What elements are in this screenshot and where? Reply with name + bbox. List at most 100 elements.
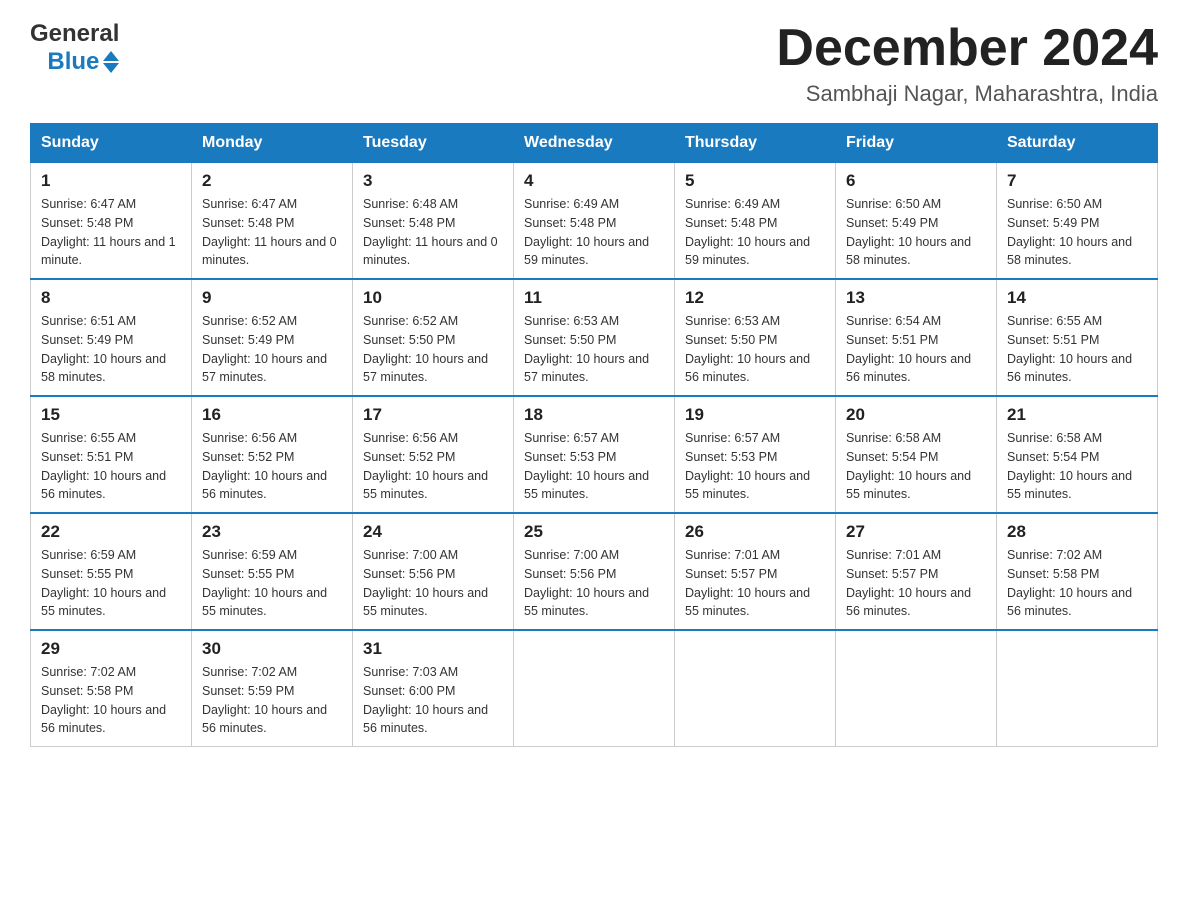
day-number: 22 [41,522,181,542]
day-cell: 7 Sunrise: 6:50 AM Sunset: 5:49 PM Dayli… [997,163,1158,280]
day-info: Sunrise: 6:58 AM Sunset: 5:54 PM Dayligh… [846,429,986,504]
header-day-monday: Monday [192,124,353,163]
day-info: Sunrise: 6:55 AM Sunset: 5:51 PM Dayligh… [41,429,181,504]
day-number: 14 [1007,288,1147,308]
header-day-thursday: Thursday [675,124,836,163]
day-cell: 28 Sunrise: 7:02 AM Sunset: 5:58 PM Dayl… [997,513,1158,630]
day-number: 10 [363,288,503,308]
day-cell: 1 Sunrise: 6:47 AM Sunset: 5:48 PM Dayli… [31,163,192,280]
day-cell: 20 Sunrise: 6:58 AM Sunset: 5:54 PM Dayl… [836,396,997,513]
day-info: Sunrise: 6:51 AM Sunset: 5:49 PM Dayligh… [41,312,181,387]
day-cell [997,630,1158,747]
day-cell: 11 Sunrise: 6:53 AM Sunset: 5:50 PM Dayl… [514,279,675,396]
day-number: 13 [846,288,986,308]
day-cell: 26 Sunrise: 7:01 AM Sunset: 5:57 PM Dayl… [675,513,836,630]
header-day-saturday: Saturday [997,124,1158,163]
day-info: Sunrise: 7:02 AM Sunset: 5:58 PM Dayligh… [41,663,181,738]
day-number: 29 [41,639,181,659]
day-number: 11 [524,288,664,308]
day-cell [836,630,997,747]
day-info: Sunrise: 6:54 AM Sunset: 5:51 PM Dayligh… [846,312,986,387]
day-cell [514,630,675,747]
day-cell: 4 Sunrise: 6:49 AM Sunset: 5:48 PM Dayli… [514,163,675,280]
day-number: 27 [846,522,986,542]
day-info: Sunrise: 6:50 AM Sunset: 5:49 PM Dayligh… [1007,195,1147,270]
logo-blue: Blue [47,48,99,76]
day-cell: 17 Sunrise: 6:56 AM Sunset: 5:52 PM Dayl… [353,396,514,513]
day-cell: 8 Sunrise: 6:51 AM Sunset: 5:49 PM Dayli… [31,279,192,396]
day-number: 16 [202,405,342,425]
location: Sambhaji Nagar, Maharashtra, India [776,81,1158,107]
day-info: Sunrise: 6:57 AM Sunset: 5:53 PM Dayligh… [685,429,825,504]
day-number: 3 [363,171,503,191]
calendar-table: SundayMondayTuesdayWednesdayThursdayFrid… [30,123,1158,747]
day-number: 24 [363,522,503,542]
day-info: Sunrise: 7:01 AM Sunset: 5:57 PM Dayligh… [846,546,986,621]
header-day-sunday: Sunday [31,124,192,163]
day-info: Sunrise: 7:02 AM Sunset: 5:58 PM Dayligh… [1007,546,1147,621]
header-day-friday: Friday [836,124,997,163]
day-info: Sunrise: 6:59 AM Sunset: 5:55 PM Dayligh… [202,546,342,621]
day-cell: 23 Sunrise: 6:59 AM Sunset: 5:55 PM Dayl… [192,513,353,630]
day-info: Sunrise: 7:00 AM Sunset: 5:56 PM Dayligh… [524,546,664,621]
day-info: Sunrise: 6:49 AM Sunset: 5:48 PM Dayligh… [524,195,664,270]
header-row: SundayMondayTuesdayWednesdayThursdayFrid… [31,124,1158,163]
day-info: Sunrise: 6:47 AM Sunset: 5:48 PM Dayligh… [202,195,342,270]
day-number: 26 [685,522,825,542]
logo: General Blue [30,20,119,76]
day-cell: 16 Sunrise: 6:56 AM Sunset: 5:52 PM Dayl… [192,396,353,513]
header-day-wednesday: Wednesday [514,124,675,163]
day-info: Sunrise: 7:00 AM Sunset: 5:56 PM Dayligh… [363,546,503,621]
week-row-3: 15 Sunrise: 6:55 AM Sunset: 5:51 PM Dayl… [31,396,1158,513]
day-number: 15 [41,405,181,425]
week-row-5: 29 Sunrise: 7:02 AM Sunset: 5:58 PM Dayl… [31,630,1158,747]
day-number: 31 [363,639,503,659]
day-cell: 22 Sunrise: 6:59 AM Sunset: 5:55 PM Dayl… [31,513,192,630]
day-number: 19 [685,405,825,425]
day-cell: 2 Sunrise: 6:47 AM Sunset: 5:48 PM Dayli… [192,163,353,280]
day-cell: 25 Sunrise: 7:00 AM Sunset: 5:56 PM Dayl… [514,513,675,630]
day-info: Sunrise: 6:53 AM Sunset: 5:50 PM Dayligh… [685,312,825,387]
day-info: Sunrise: 6:55 AM Sunset: 5:51 PM Dayligh… [1007,312,1147,387]
title-section: December 2024 Sambhaji Nagar, Maharashtr… [776,20,1158,107]
day-number: 21 [1007,405,1147,425]
day-cell: 19 Sunrise: 6:57 AM Sunset: 5:53 PM Dayl… [675,396,836,513]
day-cell: 21 Sunrise: 6:58 AM Sunset: 5:54 PM Dayl… [997,396,1158,513]
day-number: 12 [685,288,825,308]
day-number: 7 [1007,171,1147,191]
day-number: 20 [846,405,986,425]
week-row-4: 22 Sunrise: 6:59 AM Sunset: 5:55 PM Dayl… [31,513,1158,630]
logo-icon [103,51,119,73]
day-cell: 29 Sunrise: 7:02 AM Sunset: 5:58 PM Dayl… [31,630,192,747]
day-cell: 13 Sunrise: 6:54 AM Sunset: 5:51 PM Dayl… [836,279,997,396]
day-info: Sunrise: 6:53 AM Sunset: 5:50 PM Dayligh… [524,312,664,387]
day-cell: 6 Sunrise: 6:50 AM Sunset: 5:49 PM Dayli… [836,163,997,280]
day-number: 5 [685,171,825,191]
day-info: Sunrise: 6:59 AM Sunset: 5:55 PM Dayligh… [41,546,181,621]
day-number: 18 [524,405,664,425]
day-number: 6 [846,171,986,191]
day-cell: 12 Sunrise: 6:53 AM Sunset: 5:50 PM Dayl… [675,279,836,396]
day-cell: 30 Sunrise: 7:02 AM Sunset: 5:59 PM Dayl… [192,630,353,747]
day-info: Sunrise: 6:47 AM Sunset: 5:48 PM Dayligh… [41,195,181,270]
day-cell: 18 Sunrise: 6:57 AM Sunset: 5:53 PM Dayl… [514,396,675,513]
logo-general: General [30,20,119,48]
day-number: 25 [524,522,664,542]
week-row-1: 1 Sunrise: 6:47 AM Sunset: 5:48 PM Dayli… [31,163,1158,280]
day-info: Sunrise: 7:03 AM Sunset: 6:00 PM Dayligh… [363,663,503,738]
day-info: Sunrise: 6:52 AM Sunset: 5:49 PM Dayligh… [202,312,342,387]
day-cell: 27 Sunrise: 7:01 AM Sunset: 5:57 PM Dayl… [836,513,997,630]
day-cell: 31 Sunrise: 7:03 AM Sunset: 6:00 PM Dayl… [353,630,514,747]
day-number: 28 [1007,522,1147,542]
day-cell [675,630,836,747]
header-day-tuesday: Tuesday [353,124,514,163]
day-number: 9 [202,288,342,308]
day-number: 4 [524,171,664,191]
day-number: 1 [41,171,181,191]
day-info: Sunrise: 6:57 AM Sunset: 5:53 PM Dayligh… [524,429,664,504]
day-number: 8 [41,288,181,308]
day-number: 30 [202,639,342,659]
day-info: Sunrise: 6:52 AM Sunset: 5:50 PM Dayligh… [363,312,503,387]
day-cell: 14 Sunrise: 6:55 AM Sunset: 5:51 PM Dayl… [997,279,1158,396]
day-info: Sunrise: 6:50 AM Sunset: 5:49 PM Dayligh… [846,195,986,270]
